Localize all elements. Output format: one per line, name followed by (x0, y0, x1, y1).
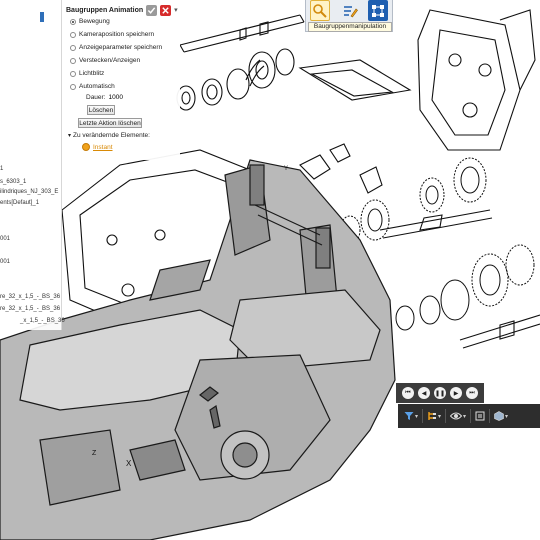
radio-camera-position[interactable]: Kameraposition speichern (70, 31, 154, 38)
axis-x-label: X (126, 459, 132, 468)
tree-row[interactable]: ents[Defaut]_1 (0, 200, 39, 206)
animation-panel: Baugruppen Animation ▾ Bewegung Kamerapo… (62, 0, 180, 160)
skip-forward-icon: ⏭ (469, 389, 475, 396)
elements-to-change[interactable]: ▾ Zu verändernde Elemente: (68, 132, 150, 139)
assembly-grid-icon (372, 4, 384, 17)
instant-link[interactable]: Instant (93, 144, 113, 151)
rewind-icon: ◀ (421, 389, 427, 397)
radio-flash[interactable]: Lichtblitz (70, 70, 104, 77)
skip-forward-button[interactable]: ⏭ (466, 387, 478, 399)
layers-icon (475, 411, 485, 421)
chevron-down-icon: ▾ (505, 412, 509, 420)
radio-indicator[interactable] (70, 57, 76, 64)
radio-label: Kameraposition speichern (79, 31, 155, 38)
tree-row[interactable]: _x_1,5_-_BS_36 (20, 318, 65, 324)
manipulation-tooltip: Baugruppenmanipulation (308, 22, 392, 32)
visibility-icon (450, 412, 463, 420)
tree-row[interactable]: 001 (0, 259, 10, 265)
play-icon: ▶ (453, 389, 459, 397)
radio-label: Anzeigeparameter speichern (79, 44, 163, 51)
radio-automatic[interactable]: Automatisch (70, 83, 115, 90)
instant-element[interactable]: Instant (82, 143, 113, 151)
pause-icon: ❚❚ (434, 389, 446, 397)
radio-indicator[interactable] (70, 44, 76, 51)
toolbar-separator (445, 409, 447, 423)
radio-indicator[interactable] (70, 18, 76, 25)
assembly-manipulation-button[interactable] (368, 0, 388, 21)
play-button[interactable]: ▶ (450, 387, 462, 399)
elements-label: Zu verändernde Elemente: (73, 132, 150, 139)
cancel-button[interactable] (160, 4, 172, 16)
tree-row[interactable]: s_6303_1 (0, 179, 26, 185)
tree-row[interactable]: ilindriques_NJ_303_E (0, 189, 58, 195)
tree-row[interactable]: re_32_x_1,5_-_BS_36 (0, 306, 60, 312)
toolbar-separator (422, 409, 424, 423)
skip-back-button[interactable]: ⏮ (402, 387, 414, 399)
edit-list-icon (344, 5, 358, 17)
collapse-arrow-icon[interactable]: ▾ (68, 132, 71, 139)
tree-row[interactable]: 1 (0, 166, 3, 172)
chevron-down-icon: ▾ (438, 412, 442, 420)
animation-panel-header: Baugruppen Animation ▾ (66, 3, 178, 17)
toolbar-separator (470, 409, 472, 423)
cube-button[interactable]: ▾ (494, 409, 508, 423)
tree-row[interactable]: 001 (0, 236, 10, 242)
cube-icon (494, 411, 504, 421)
view-toolbar: ▾ ▾ ▾ ▾ (398, 404, 540, 428)
chevron-down-icon: ▾ (463, 412, 467, 420)
search-move-icon (313, 3, 327, 18)
filter-button[interactable]: ▾ (404, 409, 418, 423)
edit-list-button[interactable] (340, 0, 360, 21)
visibility-button[interactable]: ▾ (450, 409, 466, 423)
layers-button[interactable] (475, 409, 485, 423)
pin-icon[interactable]: ▾ (174, 6, 178, 14)
duration-input[interactable] (108, 93, 129, 102)
chevron-down-icon: ▾ (415, 412, 419, 420)
skip-back-icon: ⏮ (405, 389, 411, 396)
tree-button[interactable]: ▾ (427, 409, 441, 423)
radio-label: Bewegung (79, 18, 110, 25)
duration-label: Dauer: (86, 94, 106, 101)
toolbar-separator (489, 409, 491, 423)
playback-controls: ⏮ ◀ ❚❚ ▶ ⏭ (396, 383, 484, 403)
rewind-button[interactable]: ◀ (418, 387, 430, 399)
filter-icon (404, 412, 414, 420)
instant-icon (82, 143, 90, 151)
radio-label: Automatisch (79, 83, 115, 90)
confirm-button[interactable] (146, 4, 158, 16)
pause-button[interactable]: ❚❚ (434, 387, 446, 399)
radio-label: Verstecken/Anzeigen (79, 57, 141, 64)
radio-indicator[interactable] (70, 31, 76, 38)
duration-row: Dauer: (86, 93, 129, 102)
radio-display-params[interactable]: Anzeigeparameter speichern (70, 44, 162, 51)
radio-label: Lichtblitz (79, 70, 105, 77)
radio-indicator[interactable] (70, 70, 76, 77)
delete-button[interactable]: Löschen (87, 105, 115, 115)
radio-indicator[interactable] (70, 83, 76, 90)
radio-bewegung[interactable]: Bewegung (70, 18, 110, 25)
check-icon (147, 6, 156, 14)
axis-y-label: Y (284, 166, 288, 172)
tree-row[interactable]: re_32_x_1,5_-_BS_36 (0, 294, 60, 300)
close-icon (162, 6, 169, 14)
tree-row-marker (40, 12, 44, 24)
manipulation-toolbar: Baugruppenmanipulation (305, 0, 393, 32)
animation-panel-title: Baugruppen Animation (66, 6, 144, 14)
radio-hide-show[interactable]: Verstecken/Anzeigen (70, 57, 140, 64)
search-move-button[interactable] (310, 0, 330, 21)
tree-icon (428, 412, 437, 420)
axis-z-label: Z (92, 450, 97, 457)
delete-last-action-button[interactable]: Letzte Aktion löschen (78, 118, 142, 128)
assembly-tree[interactable]: 1 s_6303_1 ilindriques_NJ_303_E ents[Def… (0, 0, 65, 330)
